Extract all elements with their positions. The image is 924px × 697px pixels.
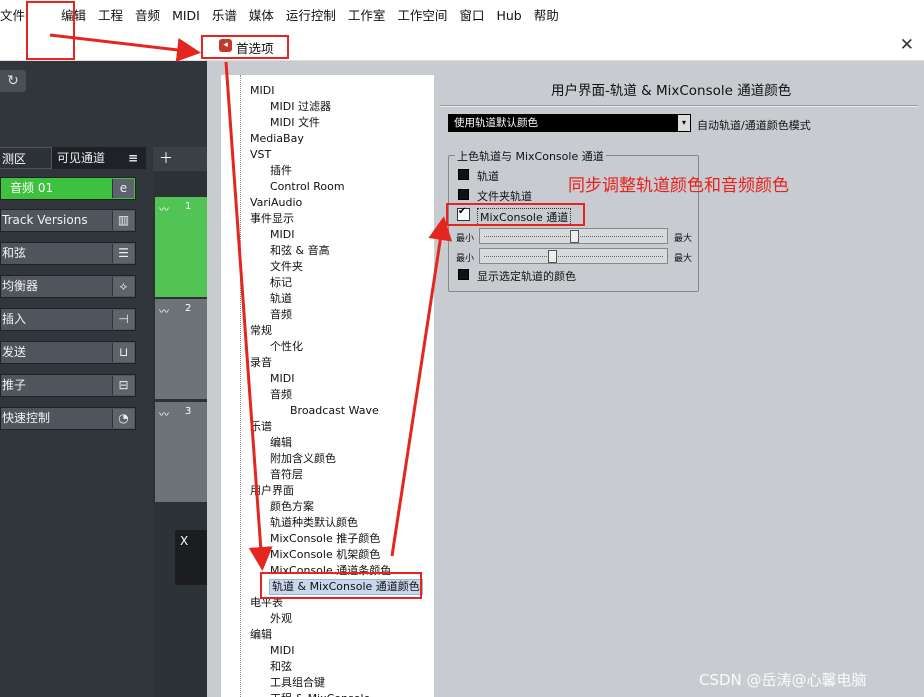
annotation-arrows (49, 33, 453, 571)
watermark: CSDN @岳涛@心馨电脑 (699, 671, 867, 689)
